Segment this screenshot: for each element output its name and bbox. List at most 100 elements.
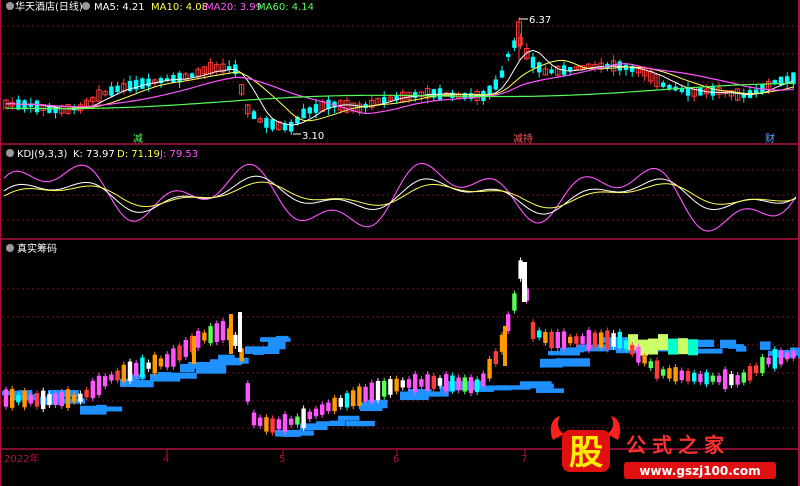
chip-candle-body — [115, 370, 120, 381]
chip-candle-body — [791, 350, 796, 359]
chip-candle-body — [685, 370, 691, 382]
chip-candle-body — [704, 372, 709, 385]
chip-candle-body — [338, 397, 343, 407]
chip-candle-body — [537, 330, 542, 338]
chip-candle-body — [574, 336, 579, 344]
chip-orange-bar — [229, 314, 233, 354]
chip-candle-body — [103, 376, 108, 387]
chip-candle-body — [456, 377, 461, 391]
chip-candle-body — [642, 355, 647, 364]
chip-candle-body — [146, 362, 151, 369]
x-tick-6: 6 — [393, 454, 399, 465]
event-tag-reduce: 减 — [133, 133, 143, 145]
chip-bar — [96, 404, 107, 411]
chip-candle-body — [295, 416, 300, 425]
candle-body — [34, 100, 40, 113]
chip-candle-body — [127, 361, 133, 382]
chip-candle-body — [251, 412, 257, 426]
chip-candle-body — [59, 391, 64, 406]
chip-candle-body — [53, 393, 58, 406]
chip-candle-body — [710, 375, 715, 382]
chip-candle-body — [320, 404, 325, 415]
chip-candle-body — [481, 373, 486, 387]
chip-bar — [276, 335, 289, 342]
chip-candle-body — [394, 378, 399, 392]
chip-candle-body — [208, 326, 213, 344]
candle-body — [791, 72, 796, 85]
chip-candle-body — [611, 333, 616, 347]
chip-candle-body — [220, 321, 226, 341]
candle — [698, 87, 703, 97]
stock-chart[interactable]: 6.37 3.10 减 减持 财 华天酒店(日线) MA5: 4.21 MA10… — [0, 0, 800, 486]
chip-candle-body — [636, 346, 641, 363]
chip-candle-body — [549, 331, 554, 349]
brand-url: www.gszj100.com — [639, 464, 760, 478]
chip-candle-body — [729, 374, 734, 386]
event-tag-reduce-holding: 减持 — [513, 132, 533, 145]
candle-body — [270, 119, 275, 130]
chip-candle-body — [332, 397, 337, 412]
candle-body — [189, 73, 195, 78]
chip-candle-body — [109, 374, 114, 381]
chip-candle-body — [568, 336, 573, 344]
kdj-title: KDJ(9,3,3) — [17, 149, 68, 160]
chip-candle-body — [369, 382, 374, 403]
chip-candle-body — [661, 369, 666, 376]
chip-spike — [522, 262, 527, 302]
candle-body — [307, 107, 312, 114]
chip-candle-body — [96, 375, 102, 395]
chip-candle-body — [183, 340, 188, 357]
chip-candle-body — [28, 395, 33, 404]
chip-candle-body — [264, 417, 269, 432]
chip-candle-body — [47, 393, 52, 406]
candle-body — [382, 97, 387, 104]
chip-candle-body — [580, 336, 585, 344]
candle-body — [301, 108, 306, 119]
chip-candle-body — [233, 334, 238, 346]
chip-candle-body — [760, 357, 765, 374]
chip-candle-body — [692, 372, 697, 382]
chip-candle-body — [10, 388, 15, 408]
chip-candle-body — [121, 364, 126, 383]
kdj-d-value: D: 71.19 — [117, 149, 160, 160]
chip-candle-body — [754, 365, 759, 373]
chip-bar — [346, 420, 375, 427]
chip-candle-body — [326, 402, 331, 412]
chip-bar — [648, 338, 658, 355]
chip-candle-body — [363, 386, 368, 402]
chip-candle-body — [698, 373, 703, 383]
chip-candle-body — [41, 390, 46, 410]
candle-body — [499, 70, 505, 78]
chip-bar — [268, 340, 286, 350]
logo-char: 股 — [569, 433, 603, 473]
chip-bar — [678, 338, 688, 355]
chip-candle-body — [202, 332, 207, 341]
chip-bar — [760, 341, 771, 350]
chip-bar — [658, 334, 668, 351]
ma20-label: MA20: 3.99 — [205, 2, 262, 13]
chip-candle-body — [437, 378, 443, 386]
chip-candle-body — [196, 330, 201, 348]
chip-candle-body — [270, 418, 275, 433]
chip-candle-body — [599, 332, 604, 348]
chip-candle-body — [3, 389, 9, 407]
stock-title: 华天酒店(日线) — [15, 0, 83, 13]
chip-candle-body — [747, 366, 753, 381]
chip-candle-body — [152, 354, 157, 374]
candle-body — [785, 76, 790, 83]
chip-orange-bar — [503, 326, 507, 366]
chip-bar — [196, 365, 227, 374]
chip-candle-body — [65, 389, 71, 408]
chip-candle-body — [388, 378, 393, 395]
candle-body — [530, 56, 536, 68]
chip-bar — [330, 420, 346, 426]
chip-candle-body — [444, 374, 449, 392]
chip-bar — [556, 358, 590, 367]
low-price-label: 3.10 — [302, 131, 324, 142]
chip-candle-body — [617, 331, 622, 349]
high-price-label: 6.37 — [529, 15, 551, 26]
kdj-legend: KDJ(9,3,3) K: 73.97 D: 71.19 J: 79.53 — [6, 149, 198, 160]
chip-candle-body — [630, 344, 635, 355]
chip-candle-body — [301, 408, 306, 429]
ma5-label: MA5: 4.21 — [94, 2, 145, 13]
